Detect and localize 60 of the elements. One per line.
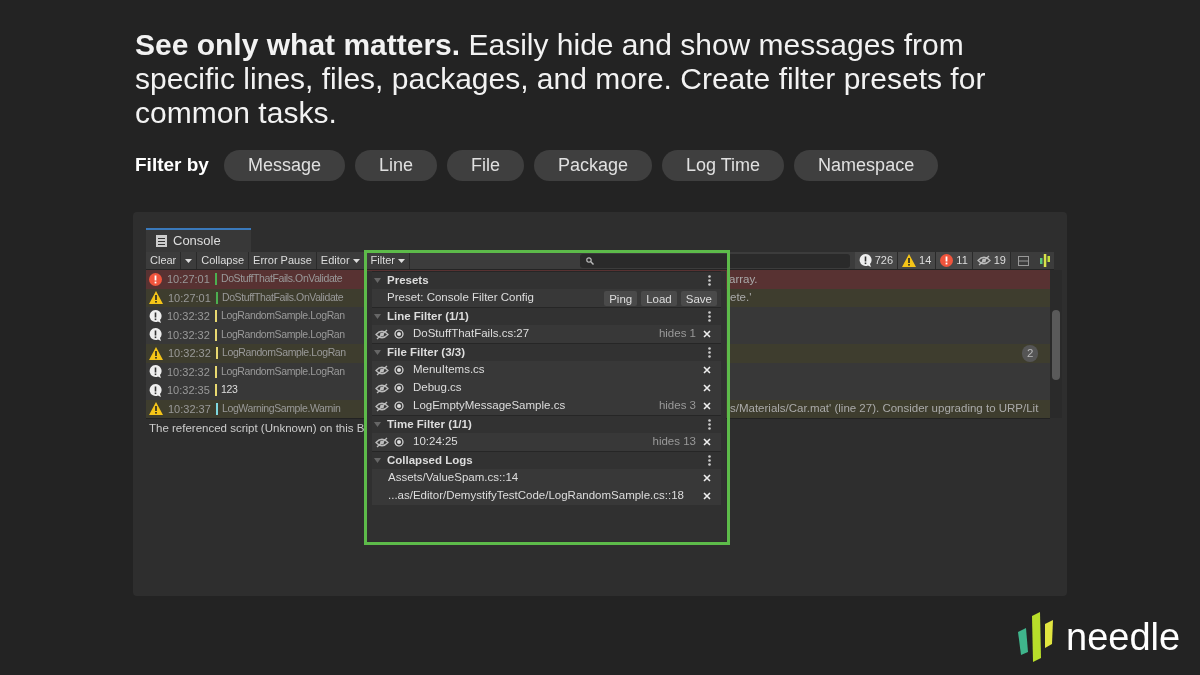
filter-entry: ...as/Editor/DemystifyTestCode/LogRandomSample.cs::18 xyxy=(388,488,684,504)
filter-entry: MenuItems.cs xyxy=(413,362,485,378)
log-message: DoStuffThatFails.OnValidate xyxy=(222,289,344,305)
filter-chip: Package xyxy=(534,150,653,181)
log-time: 10:32:32 xyxy=(167,327,211,343)
section-title: Collapsed Logs xyxy=(387,452,473,468)
filter-entry: 10:24:25 xyxy=(413,434,458,450)
hides-count: hides 3 xyxy=(658,398,696,414)
toolbar-button[interactable]: Error Pause xyxy=(249,252,317,269)
toolbar-button[interactable]: Collapse xyxy=(197,252,250,269)
log-message: LogWarningSample.Warnin xyxy=(222,400,341,416)
hides-count: hides 13 xyxy=(652,434,696,450)
log-time: 10:27:01 xyxy=(168,290,212,306)
log-counter[interactable]: 14 xyxy=(898,252,937,269)
filter-entry: DoStuffThatFails.cs:27 xyxy=(413,326,530,342)
filter-chip: Line xyxy=(354,150,437,181)
log-message: s/Materials/Car.mat' (line 27). Consider upgrading to URP/Lit xyxy=(730,401,1039,417)
log-message: LogRandomSample.LogRan xyxy=(221,326,345,342)
log-message: LogRandomSample.LogRan xyxy=(221,363,345,379)
filter-chip: Log Time xyxy=(662,150,785,181)
filter-entry: LogEmptyMessageSample.cs xyxy=(413,398,566,414)
log-time: 10:27:01 xyxy=(167,272,211,287)
clear-button[interactable]: Clear xyxy=(146,252,181,269)
preset-button[interactable]: Ping xyxy=(604,290,638,306)
tab-label: Console xyxy=(173,232,221,251)
section-title: Time Filter (1/1) xyxy=(387,416,472,432)
preset-button[interactable]: Save xyxy=(680,290,717,306)
hides-count: hides 1 xyxy=(658,326,696,342)
section-title: File Filter (3/3) xyxy=(387,344,465,360)
filter-entry: Assets/ValueSpam.cs::14 xyxy=(388,470,519,486)
brand-name: needle xyxy=(1066,618,1181,656)
log-message: LogRandomSample.LogRan xyxy=(222,345,346,361)
log-message: LogRandomSample.LogRan xyxy=(221,308,345,324)
log-counter[interactable]: 726 xyxy=(854,252,899,269)
preset-name: Preset: Console Filter Config xyxy=(387,290,534,306)
log-time: 10:32:37 xyxy=(168,401,212,417)
log-time: 10:32:32 xyxy=(167,309,211,324)
log-counter[interactable]: 19 xyxy=(972,252,1011,269)
filter-chip: Message xyxy=(223,150,345,181)
editor-dropdown[interactable]: Editor xyxy=(316,252,364,269)
log-message: DoStuffThatFails.OnValidate xyxy=(221,271,343,287)
log-message: ete.' xyxy=(730,290,752,306)
log-time: 10:32:32 xyxy=(167,364,211,380)
log-message: 123 xyxy=(221,382,238,398)
headline: See only what matters. Easily hide and show messages from specific lines, files, packages, and more. Create filter presets for common tasks. xyxy=(135,28,987,130)
filter-chip: File xyxy=(447,150,524,181)
filter-by-label: Filter by xyxy=(135,153,209,178)
log-time: 10:32:35 xyxy=(167,383,211,398)
section-title: Line Filter (1/1) xyxy=(387,308,469,324)
filter-entry: Debug.cs xyxy=(413,380,462,396)
log-message: array. xyxy=(729,271,758,287)
preset-button[interactable]: Load xyxy=(641,290,677,306)
count-badge: 2 xyxy=(1021,344,1039,362)
console-tab[interactable]: Console xyxy=(146,228,251,252)
section-title: Presets xyxy=(387,272,429,288)
log-time: 10:32:32 xyxy=(168,346,212,361)
filter-dropdown[interactable]: Filter xyxy=(366,252,410,269)
log-detail: The referenced script (Unknown) on this B xyxy=(149,422,365,434)
filter-chip: Namespace xyxy=(794,150,939,181)
log-counter[interactable]: 11 xyxy=(936,252,973,269)
